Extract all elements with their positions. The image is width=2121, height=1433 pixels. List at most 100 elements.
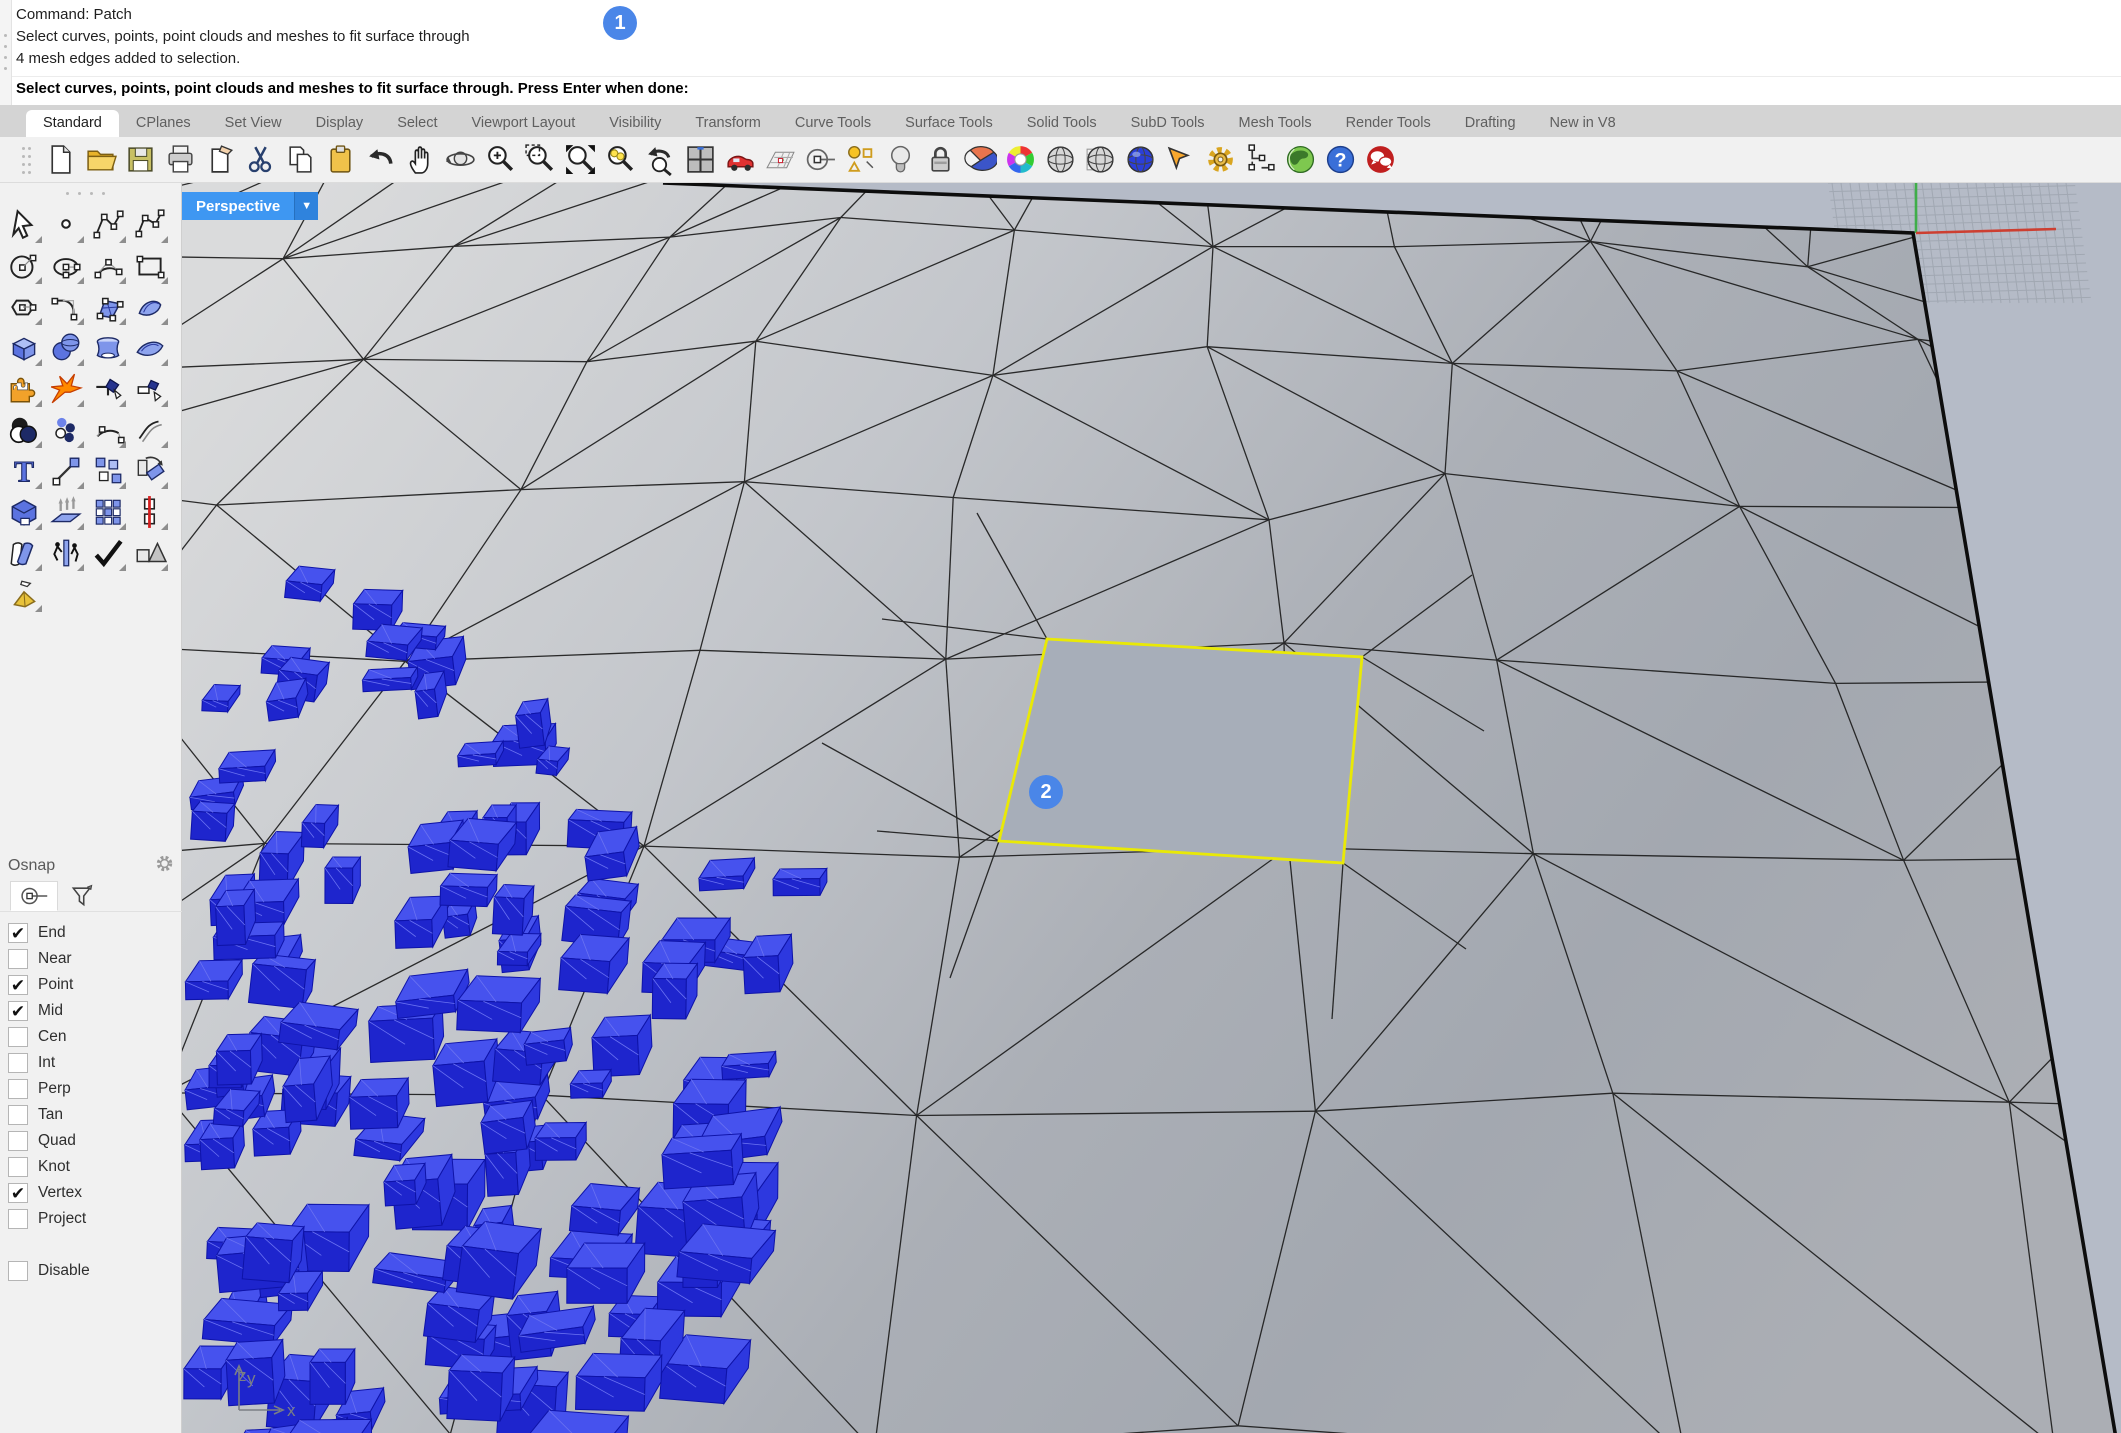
analyze-surface-pie-icon[interactable] [960, 140, 1000, 180]
checkbox[interactable] [8, 1157, 28, 1177]
checkbox[interactable] [8, 1053, 28, 1073]
print-icon[interactable] [160, 140, 200, 180]
point-edit-pyramid-icon[interactable] [4, 574, 44, 614]
osnap-checkbox-vertex[interactable]: ✔Vertex [8, 1180, 182, 1206]
edit-document-hand-icon[interactable] [200, 140, 240, 180]
osnap-checkbox-end[interactable]: ✔End [8, 920, 182, 946]
checkbox[interactable] [8, 1027, 28, 1047]
trim-angle-icon[interactable] [88, 369, 128, 409]
osnap-checkbox-perp[interactable]: Perp [8, 1076, 182, 1102]
explode-icon[interactable] [46, 369, 86, 409]
osnap-checkbox-disable[interactable]: Disable [8, 1258, 182, 1284]
shaded-viewport-icon[interactable] [1040, 140, 1080, 180]
undo-icon[interactable] [360, 140, 400, 180]
orient-flip-icon[interactable] [130, 451, 170, 491]
toolbar-tab-cplanes[interactable]: CPlanes [119, 110, 208, 137]
rectangle-icon[interactable] [130, 246, 170, 286]
paste-icon[interactable] [320, 140, 360, 180]
curve-blend-icon[interactable] [46, 287, 86, 327]
toolbar-tab-display[interactable]: Display [299, 110, 381, 137]
circle-center-radius-icon[interactable] [4, 246, 44, 286]
surface-from-points-icon[interactable] [88, 287, 128, 327]
gear-icon[interactable] [155, 854, 174, 878]
toolbar-tab-set-view[interactable]: Set View [208, 110, 299, 137]
blend-handle-curve-icon[interactable] [88, 410, 128, 450]
named-view-car-icon[interactable] [720, 140, 760, 180]
highlight-quad[interactable] [999, 639, 1362, 863]
toolbar-tab-select[interactable]: Select [380, 110, 454, 137]
trim-sheets-icon[interactable] [4, 533, 44, 573]
toolbar-tab-new-in-v8[interactable]: New in V8 [1533, 110, 1633, 137]
osnap-checkbox-quad[interactable]: Quad [8, 1128, 182, 1154]
toolbar-tab-standard[interactable]: Standard [26, 110, 119, 137]
extrude-straight-icon[interactable] [46, 492, 86, 532]
ellipse-icon[interactable] [46, 246, 86, 286]
toolbar-tab-solid-tools[interactable]: Solid Tools [1010, 110, 1114, 137]
command-prompt[interactable]: Select curves, points, point clouds and … [16, 80, 689, 97]
open-file-icon[interactable] [80, 140, 120, 180]
help-icon[interactable]: ? [1320, 140, 1360, 180]
selection-filter-icon[interactable] [840, 140, 880, 180]
check-selection-icon[interactable] [88, 533, 128, 573]
osnap-checkbox-point[interactable]: ✔Point [8, 972, 182, 998]
perspective-viewport[interactable]: z y x Perspective ▼ [182, 183, 2121, 1433]
save-file-icon[interactable] [120, 140, 160, 180]
render-icon[interactable] [1120, 140, 1160, 180]
checkbox[interactable] [8, 1209, 28, 1229]
rendermesh-settings-icon[interactable] [1080, 140, 1120, 180]
checkbox[interactable] [8, 1079, 28, 1099]
toolbar-tab-drafting[interactable]: Drafting [1448, 110, 1533, 137]
checkbox[interactable] [8, 1105, 28, 1125]
duplicate-squares-icon[interactable] [88, 451, 128, 491]
solid-primitives-icon[interactable] [130, 533, 170, 573]
command-area[interactable]: Command: PatchSelect curves, points, poi… [0, 0, 2121, 106]
pipe-curves-icon[interactable] [130, 410, 170, 450]
chevron-down-icon[interactable]: ▼ [294, 192, 318, 220]
point-cloud-icon[interactable] [46, 410, 86, 450]
split-plane-icon[interactable] [46, 533, 86, 573]
control-point-curve-icon[interactable] [88, 205, 128, 245]
toolbar-tab-visibility[interactable]: Visibility [592, 110, 678, 137]
cplane-origin-icon[interactable] [800, 140, 840, 180]
zoom-dynamic-icon[interactable] [480, 140, 520, 180]
sphere-pair-icon[interactable] [46, 328, 86, 368]
toolbar-tab-transform[interactable]: Transform [678, 110, 778, 137]
toolbar-grip[interactable] [22, 143, 34, 177]
copy-icon[interactable] [280, 140, 320, 180]
osnap-checkbox-cen[interactable]: Cen [8, 1024, 182, 1050]
rotate-view-icon[interactable] [440, 140, 480, 180]
undo-view-change-icon[interactable] [640, 140, 680, 180]
single-point-icon[interactable] [46, 205, 86, 245]
toolbar-tab-render-tools[interactable]: Render Tools [1329, 110, 1448, 137]
checkbox[interactable] [8, 949, 28, 969]
checkbox-checked[interactable]: ✔ [8, 923, 28, 943]
osnap-checkbox-knot[interactable]: Knot [8, 1154, 182, 1180]
toolbar-tab-mesh-tools[interactable]: Mesh Tools [1222, 110, 1329, 137]
surface-patch-icon[interactable] [130, 287, 170, 327]
color-picker-icon[interactable] [1000, 140, 1040, 180]
text-tool-icon[interactable]: T [4, 451, 44, 491]
checkbox[interactable] [8, 1261, 28, 1281]
box-icon[interactable] [4, 328, 44, 368]
pan-hand-icon[interactable] [400, 140, 440, 180]
toolbar-tab-surface-tools[interactable]: Surface Tools [888, 110, 1010, 137]
boolean-circles-icon[interactable] [4, 410, 44, 450]
select-cursor-icon[interactable] [4, 205, 44, 245]
cut-icon[interactable] [240, 140, 280, 180]
orient-widget-icon[interactable] [130, 369, 170, 409]
osnap-checkbox-int[interactable]: Int [8, 1050, 182, 1076]
surface-sweep-icon[interactable] [130, 328, 170, 368]
osnap-checkbox-mid[interactable]: ✔Mid [8, 998, 182, 1024]
command-panel-grip[interactable] [0, 0, 12, 105]
polyline-icon[interactable] [130, 205, 170, 245]
checkbox[interactable] [8, 1131, 28, 1151]
checkbox-checked[interactable]: ✔ [8, 975, 28, 995]
zoom-selected-icon[interactable] [600, 140, 640, 180]
polygon-icon[interactable] [4, 287, 44, 327]
document-properties-icon[interactable] [1240, 140, 1280, 180]
new-file-icon[interactable] [40, 140, 80, 180]
pointer-cone-icon[interactable] [1160, 140, 1200, 180]
osnap-checkbox-project[interactable]: Project [8, 1206, 182, 1232]
checkbox-checked[interactable]: ✔ [8, 1183, 28, 1203]
lock-objects-icon[interactable] [920, 140, 960, 180]
